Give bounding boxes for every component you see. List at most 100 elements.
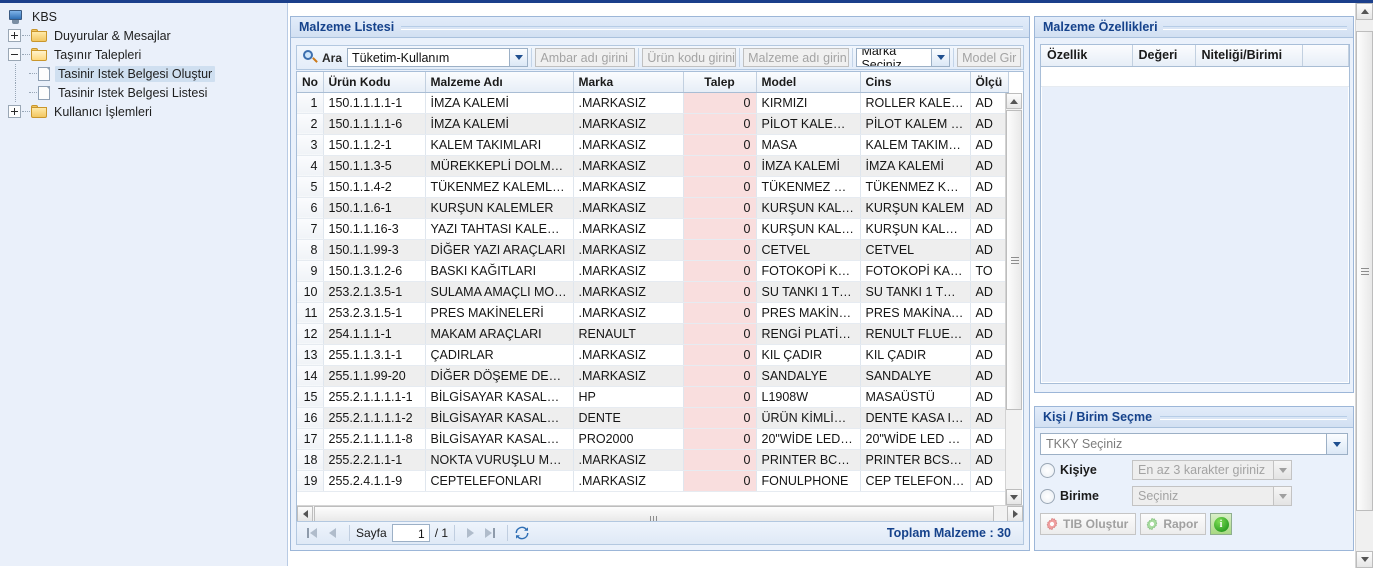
table-row[interactable]: 10 253.2.1.3.5-1 SULAMA AMAÇLI MOTO… .MARKA… (297, 281, 1009, 303)
material-list-window: Malzeme Listesi Ara Tüketim-Kullanım Amb… (290, 16, 1030, 551)
chevron-down-icon[interactable] (1273, 487, 1291, 505)
table-cell: AD (970, 323, 1009, 345)
column-header-talep[interactable]: Talep (683, 72, 757, 93)
window-vertical-scrollbar[interactable] (1355, 3, 1373, 568)
table-row[interactable]: 11 253.2.3.1.5-1 PRES MAKİNELERİ .MARKASIZ 0… (297, 302, 1009, 324)
person-radio-row[interactable]: Kişiye En az 3 karakter giriniz (1040, 459, 1348, 481)
table-row[interactable]: 18255.2.2.1.1-1NOKTA VURUŞLU MATRİ….MARK… (297, 449, 1009, 471)
table-cell: .MARKASIZ (573, 197, 684, 219)
tree-root-label: KBS (32, 9, 58, 24)
table-row[interactable]: 1 150.1.1.1.1-1 İMZA KALEMİ .MARKASIZ 0 KIRMI… (297, 92, 1009, 114)
table-row[interactable]: 3 150.1.1.2-1 KALEM TAKIMLARI .MARKASIZ 0 MAS… (297, 134, 1009, 156)
expand-plus-icon[interactable] (8, 29, 21, 42)
table-row[interactable]: 7 150.1.1.16-3 YAZI TAHTASI KALEMLERİ .MARK… (297, 218, 1009, 240)
column-header-cins[interactable]: Cins (860, 72, 971, 93)
table-row[interactable]: 5 150.1.1.4-2 TÜKENMEZ KALEMLER .MARKASIZ 0 T… (297, 176, 1009, 198)
toolbar-separator (638, 48, 640, 67)
column-header-blank[interactable] (1302, 45, 1349, 67)
tkky-select[interactable]: TKKY Seçiniz (1040, 433, 1348, 455)
column-header-no[interactable]: No (297, 72, 324, 93)
scroll-down-icon[interactable] (1006, 489, 1022, 505)
table-row[interactable]: 19 255.2.4.1.1-9 CEPTELEFONLARI .MARKASIZ 0 F… (297, 470, 1009, 492)
column-header-model[interactable]: Model (756, 72, 861, 93)
material-list-title-bar: Malzeme Listesi (291, 17, 1029, 38)
transaction-type-value: Tüketim-Kullanım (352, 50, 450, 65)
scroll-up-icon[interactable] (1356, 3, 1373, 20)
page-number-input[interactable]: 1 (391, 524, 430, 542)
tib-olustur-button[interactable]: TIB Oluştur (1040, 513, 1137, 535)
unit-select[interactable]: Seçiniz (1132, 486, 1292, 506)
page-total-label: / 1 (434, 526, 449, 540)
warehouse-name-input[interactable]: Ambar adı girini (535, 48, 636, 67)
table-cell: SANDALYE (756, 365, 861, 387)
table-row[interactable]: 17 255.2.1.1.1.1-8 BİLGİSAYAR KASALARI PRO2… (297, 428, 1009, 450)
scroll-right-icon[interactable] (1007, 506, 1023, 522)
column-header-urun-kodu[interactable]: Ürün Kodu (323, 72, 426, 93)
table-row[interactable]: 14 255.1.1.99-20 DİĞER DÖŞEME DEMİR… .MARKA… (297, 365, 1009, 387)
last-page-button[interactable] (481, 524, 499, 542)
vertical-scroll-thumb[interactable] (1006, 110, 1022, 410)
scroll-left-icon[interactable] (297, 506, 313, 522)
table-row[interactable]: 6 150.1.1.6-1 KURŞUN KALEMLER .MARKASIZ 0 KUR… (297, 197, 1009, 219)
material-name-input[interactable]: Malzeme adı girin (743, 48, 850, 67)
chevron-down-icon[interactable] (931, 49, 950, 66)
table-row[interactable]: 16 255.2.1.1.1.1-2 BİLGİSAYAR KASALARI DENT… (297, 407, 1009, 429)
table-cell: 253.2.1.3.5-1 (323, 281, 426, 303)
table-row[interactable]: 9 150.1.3.1.2-6 BASKI KAĞITLARI .MARKASIZ 0 F… (297, 260, 1009, 282)
table-cell: KURŞUN KALEM (756, 197, 861, 219)
refresh-icon[interactable] (514, 525, 530, 541)
column-header-niteligi-birimi[interactable]: Niteliği/Birimi (1195, 45, 1303, 67)
sidebar-item-istek-belgesi-olustur[interactable]: Tasinir Istek Belgesi Oluştur (4, 64, 287, 83)
table-row[interactable]: 13 255.1.1.3.1-1 ÇADIRLAR .MARKASIZ 0 KIL ÇAD… (297, 344, 1009, 366)
table-row[interactable]: 12 254.1.1.1-1 MAKAM ARAÇLARI RENAULT 0 RENGİ… (297, 323, 1009, 345)
chevron-down-icon[interactable] (1273, 461, 1291, 479)
column-header-malzeme-adi[interactable]: Malzeme Adı (425, 72, 574, 93)
chevron-down-icon[interactable] (1326, 434, 1347, 454)
warehouse-name-placeholder: Ambar adı girini (540, 50, 628, 65)
scroll-down-icon[interactable] (1356, 551, 1373, 568)
grid-vertical-scrollbar[interactable] (1005, 93, 1022, 505)
radio-kisiye[interactable] (1040, 462, 1055, 478)
column-header-ozellik[interactable]: Özellik (1041, 45, 1133, 67)
sidebar-item-duyurular[interactable]: Duyurular & Mesajlar (4, 26, 287, 45)
person-search-input[interactable]: En az 3 karakter giriniz (1132, 460, 1292, 480)
sidebar-item-istek-belgesi-listesi[interactable]: Tasinir Istek Belgesi Listesi (4, 83, 287, 102)
sidebar-item-tasinir-talepleri[interactable]: Taşınır Talepleri (4, 45, 287, 64)
scroll-up-icon[interactable] (1006, 93, 1022, 109)
table-row[interactable]: 8 150.1.1.99-3 DİĞER YAZI ARAÇLARI .MARKASI… (297, 239, 1009, 261)
table-cell: L1908W (756, 386, 861, 408)
table-cell: KURŞUN KALEM (756, 218, 861, 240)
transaction-type-select[interactable]: Tüketim-Kullanım (347, 48, 529, 67)
chevron-down-icon[interactable] (509, 49, 528, 66)
column-header-marka[interactable]: Marka (573, 72, 684, 93)
table-cell: MASAÜSTÜ (860, 386, 971, 408)
model-input[interactable]: Model Gir (957, 48, 1021, 67)
prev-page-button[interactable] (323, 524, 341, 542)
info-icon: i (1213, 516, 1229, 532)
sidebar-item-kullanici-islemleri[interactable]: Kullanıcı İşlemleri (4, 102, 287, 121)
table-cell: 0 (683, 92, 757, 114)
horizontal-scroll-thumb[interactable] (314, 506, 994, 523)
unit-radio-row[interactable]: Birime Seçiniz (1040, 485, 1348, 507)
product-code-input[interactable]: Ürün kodu girini (642, 48, 737, 67)
table-row[interactable]: 15 255.2.1.1.1.1-1 BİLGİSAYAR KASALARI HP 0 L… (297, 386, 1009, 408)
column-header-olcu[interactable]: Ölçü (970, 72, 1009, 93)
sidebar-item-label: Tasinir Istek Belgesi Listesi (58, 85, 208, 100)
table-cell: 150.1.1.2-1 (323, 134, 426, 156)
tree-root-kbs[interactable]: KBS (4, 7, 287, 26)
info-button[interactable]: i (1210, 513, 1233, 535)
tree-connector (22, 34, 30, 37)
table-row[interactable]: 4 150.1.1.3-5 MÜREKKEPLİ DOLMA K… .MARKASIZ… (297, 155, 1009, 177)
window-scroll-thumb[interactable] (1356, 31, 1373, 511)
expand-plus-icon[interactable] (8, 105, 21, 118)
table-cell: .MARKASIZ (573, 470, 684, 492)
collapse-minus-icon[interactable] (8, 48, 21, 61)
brand-select[interactable]: Marka Seçiniz (856, 48, 951, 67)
table-row[interactable]: 2 150.1.1.1.1-6 İMZA KALEMİ .MARKASIZ 0 PİLOT… (297, 113, 1009, 135)
rapor-button[interactable]: Rapor (1140, 513, 1207, 535)
properties-empty-area (1042, 87, 1348, 382)
column-header-degeri[interactable]: Değeri (1132, 45, 1196, 67)
next-page-button[interactable] (461, 524, 479, 542)
first-page-button[interactable] (303, 524, 321, 542)
radio-birime[interactable] (1040, 488, 1055, 504)
